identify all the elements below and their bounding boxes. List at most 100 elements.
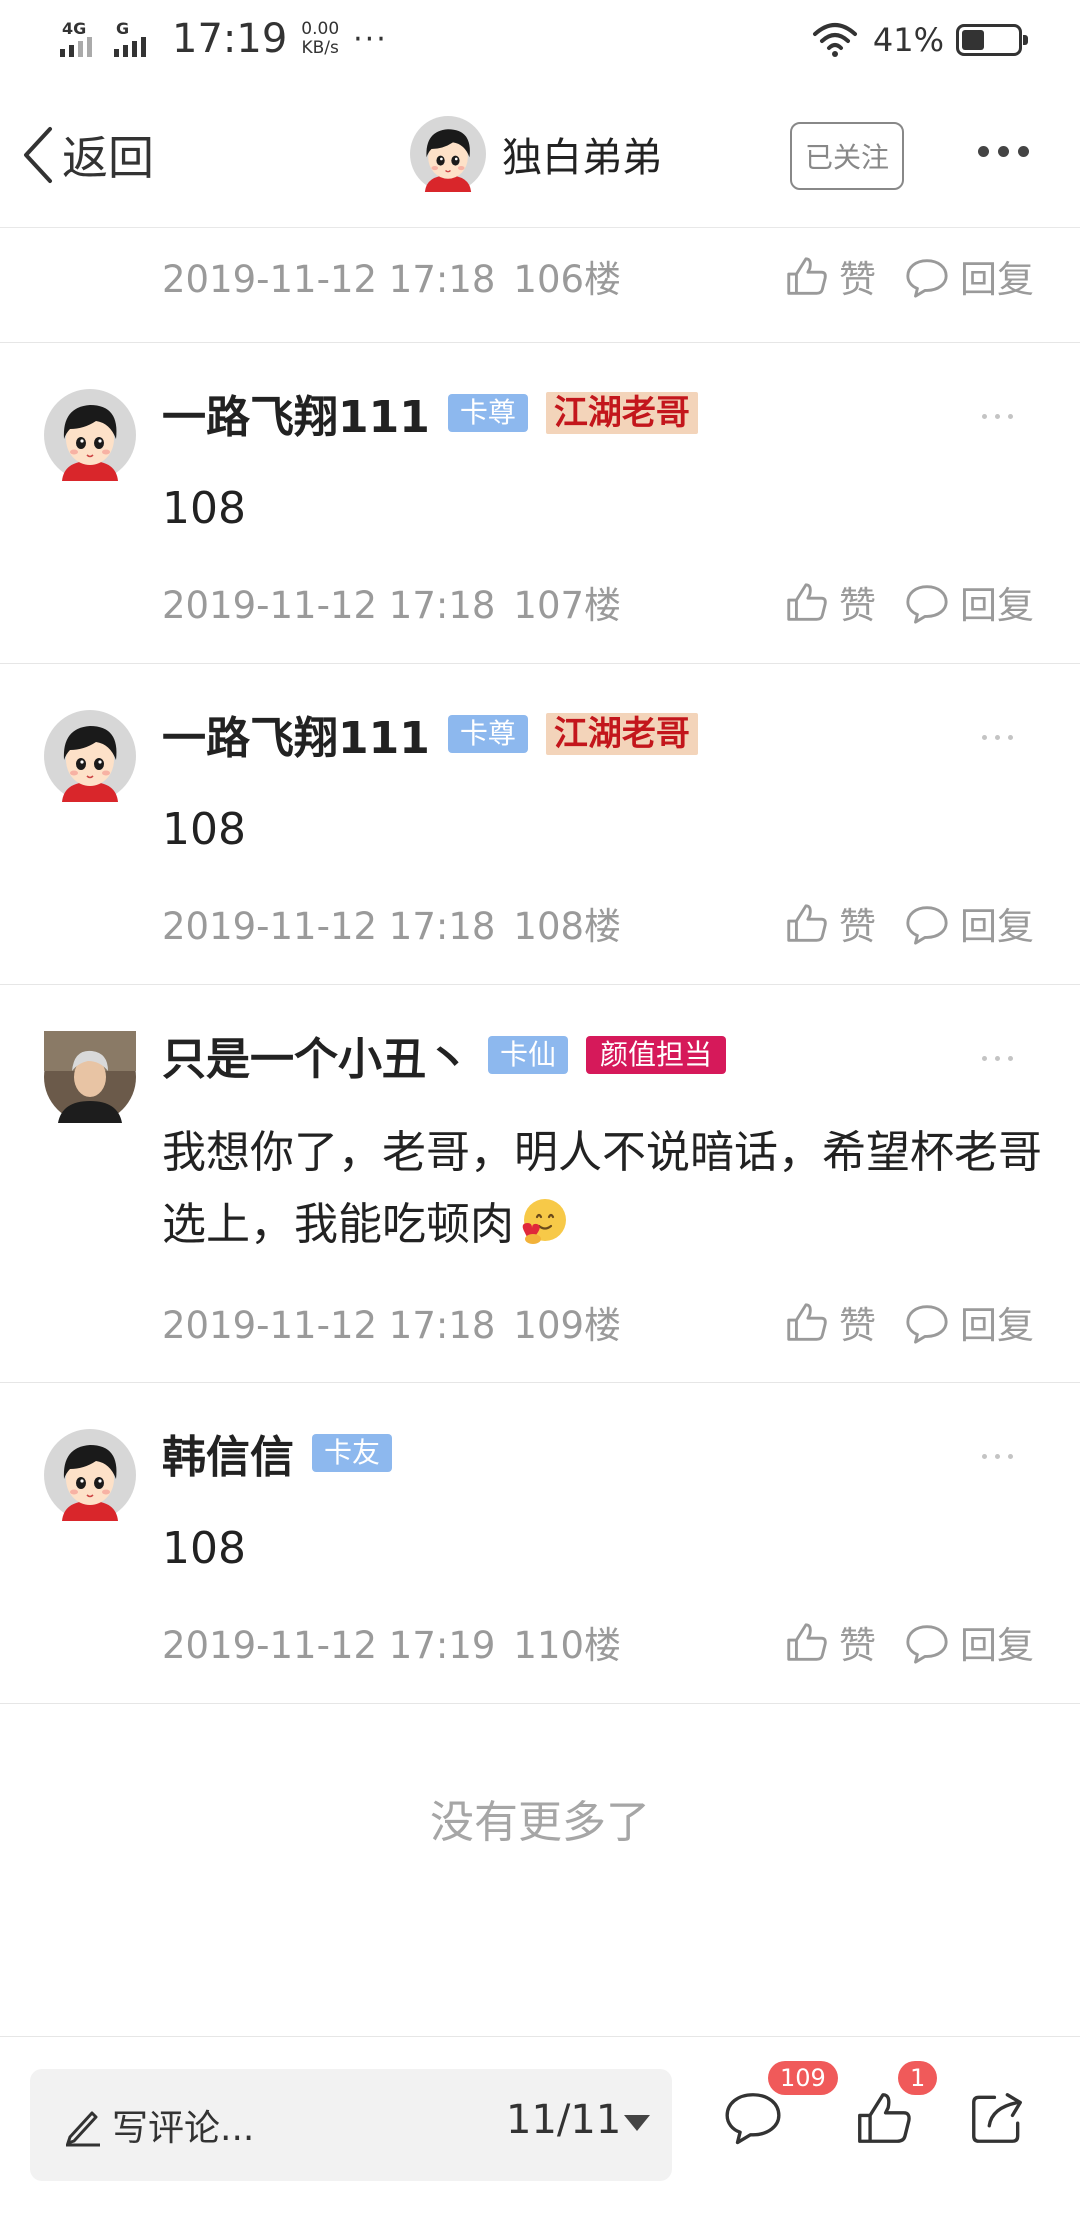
reply-button[interactable]: 回复	[904, 1295, 1034, 1349]
post-author[interactable]: 只是一个小丑丶 卡仙 颜值担当	[162, 1023, 727, 1087]
post-actions: 赞 回复	[783, 896, 1034, 950]
hug-emoji-icon	[522, 1199, 566, 1244]
back-button[interactable]: 返回	[20, 122, 154, 188]
post-menu-icon[interactable]	[982, 1454, 1013, 1459]
like-button[interactable]: 赞	[783, 249, 876, 303]
post-author[interactable]: 一路飞翔111 卡尊 江湖老哥	[162, 702, 698, 766]
thumbs-up-icon	[783, 1299, 829, 1345]
wifi-icon	[812, 23, 857, 57]
share-button[interactable]	[966, 2087, 1028, 2153]
post-item: 韩信信 卡友 108 2019-11-12 17:19 110楼 赞 回复	[0, 1383, 1080, 1704]
speech-bubble-icon	[725, 2093, 781, 2145]
speech-bubble-icon	[904, 1299, 950, 1345]
post-author[interactable]: 韩信信 卡友	[162, 1421, 393, 1485]
more-icon[interactable]	[978, 146, 1029, 157]
post-meta: 2019-11-12 17:18 107楼	[162, 575, 621, 629]
post-time: 2019-11-12 17:18	[162, 905, 496, 948]
thumbs-up-icon	[783, 579, 829, 625]
post-meta: 2019-11-12 17:18 106楼	[162, 249, 621, 303]
post-floor: 109楼	[513, 1304, 622, 1347]
like-label: 赞	[839, 1304, 876, 1347]
like-button[interactable]: 赞	[783, 1295, 876, 1349]
comment-input[interactable]: 写评论... 11/11	[30, 2069, 672, 2181]
title-badge: 江湖老哥	[545, 713, 698, 755]
post-menu-icon[interactable]	[982, 1056, 1013, 1061]
level-badge: 卡尊	[447, 715, 528, 753]
reply-label: 回复	[960, 1624, 1034, 1667]
like-label: 赞	[839, 905, 876, 948]
status-time: 17:19	[172, 16, 288, 62]
post-content: 我想你了，老哥，明人不说暗话，希望杯老哥选上，我能吃顿肉	[162, 1117, 1042, 1261]
reply-label: 回复	[960, 258, 1034, 301]
title-badge: 江湖老哥	[545, 392, 698, 434]
thumbs-up-icon	[783, 900, 829, 946]
end-of-list-text: 没有更多了	[430, 1797, 650, 1848]
post-item: 2019-11-12 17:18 106楼 赞 回复	[0, 229, 1080, 343]
comment-placeholder: 写评论...	[112, 2108, 255, 2149]
network-speed: 0.00 KB/s	[301, 20, 339, 58]
like-button[interactable]: 赞	[783, 1615, 876, 1669]
thumbs-up-icon	[783, 253, 829, 299]
post-author[interactable]: 一路飞翔111 卡尊 江湖老哥	[162, 381, 698, 445]
post-content: 108	[162, 804, 246, 855]
bottom-toolbar: 写评论... 11/11 109 1	[0, 2036, 1080, 2214]
like-label: 赞	[839, 258, 876, 301]
title-badge: 颜值担当	[586, 1036, 727, 1074]
like-button[interactable]: 赞	[783, 575, 876, 629]
page-indicator[interactable]: 11/11	[506, 2097, 621, 2143]
battery-fill	[962, 30, 984, 50]
reply-button[interactable]: 回复	[904, 575, 1034, 629]
status-bar: 4G G 17:19 0.00 KB/s ··· 41%	[0, 0, 1080, 84]
post-floor: 106楼	[513, 258, 622, 301]
post-menu-icon[interactable]	[982, 414, 1013, 419]
reply-label: 回复	[960, 1304, 1034, 1347]
post-meta: 2019-11-12 17:18 109楼	[162, 1295, 621, 1349]
battery-percent: 41%	[872, 21, 944, 59]
share-icon	[972, 2093, 1022, 2143]
level-badge: 卡友	[312, 1434, 393, 1472]
comments-button[interactable]: 109	[722, 2061, 838, 2153]
level-badge: 卡尊	[447, 394, 528, 432]
avatar[interactable]	[44, 1429, 136, 1521]
reply-button[interactable]: 回复	[904, 896, 1034, 950]
avatar[interactable]	[44, 389, 136, 481]
avatar	[410, 116, 486, 192]
post-content: 108	[162, 483, 246, 534]
speech-bubble-icon	[904, 900, 950, 946]
post-time: 2019-11-12 17:18	[162, 258, 496, 301]
post-content-text: 我想你了，老哥，明人不说暗话，希望杯老哥选上，我能吃顿肉	[162, 1127, 1042, 1250]
status-more-dots: ···	[353, 21, 388, 57]
reply-button[interactable]: 回复	[904, 1615, 1034, 1669]
speech-bubble-icon	[904, 579, 950, 625]
follow-button[interactable]: 已关注	[790, 122, 904, 190]
post-time: 2019-11-12 17:19	[162, 1624, 496, 1667]
speed-value: 0.00	[301, 19, 340, 39]
header-user[interactable]: 独白弟弟	[410, 116, 662, 192]
like-post-button[interactable]: 1	[852, 2061, 938, 2153]
signal-icon: G	[112, 17, 156, 61]
author-name: 只是一个小丑丶	[162, 1034, 470, 1085]
back-label: 返回	[62, 131, 154, 185]
like-button[interactable]: 赞	[783, 896, 876, 950]
status-right: 41%	[811, 20, 1028, 60]
post-time: 2019-11-12 17:18	[162, 584, 496, 627]
pen-icon	[66, 2111, 100, 2147]
reply-label: 回复	[960, 584, 1034, 627]
post-meta: 2019-11-12 17:18 108楼	[162, 896, 621, 950]
like-label: 赞	[839, 584, 876, 627]
top-nav: 返回 独白弟弟 已关注	[0, 84, 1080, 228]
reply-label: 回复	[960, 905, 1034, 948]
reply-button[interactable]: 回复	[904, 249, 1034, 303]
speech-bubble-icon	[904, 253, 950, 299]
post-meta: 2019-11-12 17:19 110楼	[162, 1615, 621, 1669]
post-item: 只是一个小丑丶 卡仙 颜值担当 我想你了，老哥，明人不说暗话，希望杯老哥选上，我…	[0, 985, 1080, 1383]
dropdown-caret-icon[interactable]	[624, 2115, 650, 2131]
post-floor: 107楼	[513, 584, 622, 627]
post-actions: 赞 回复	[783, 1615, 1034, 1669]
network-type-label: 4G	[62, 19, 87, 38]
avatar[interactable]	[44, 1031, 136, 1123]
avatar[interactable]	[44, 710, 136, 802]
author-name: 韩信信	[162, 1432, 294, 1483]
post-actions: 赞 回复	[783, 249, 1034, 303]
post-menu-icon[interactable]	[982, 735, 1013, 740]
